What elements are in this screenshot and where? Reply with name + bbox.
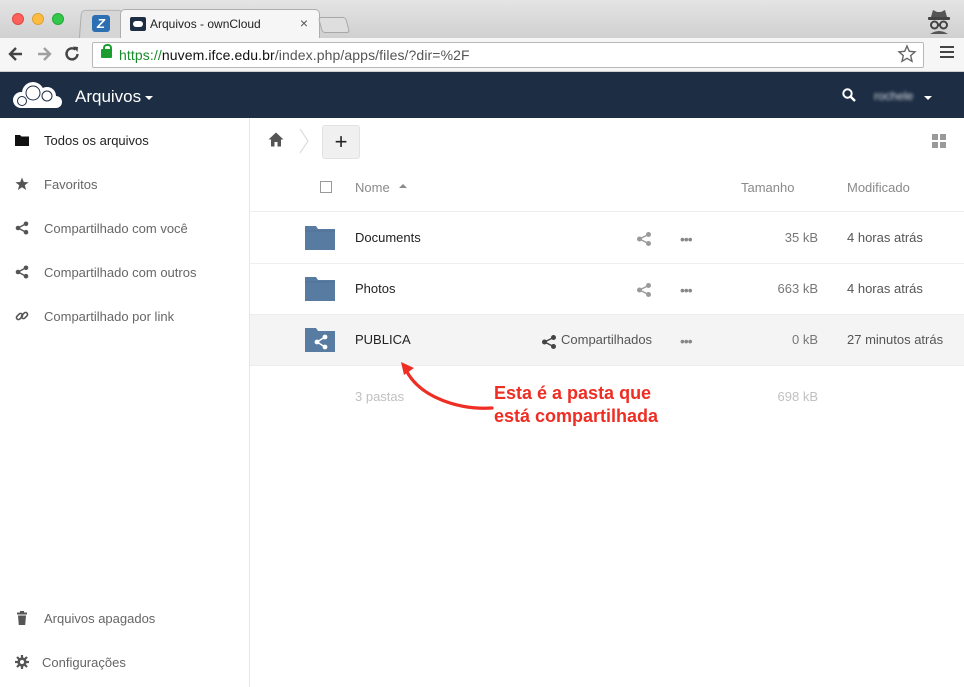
share-icon — [15, 221, 29, 235]
sidebar-item-favorites[interactable]: Favoritos — [0, 162, 249, 206]
files-content: + Nome Tamanho Modificado Documents ••• … — [250, 118, 964, 687]
more-actions-icon[interactable]: ••• — [680, 282, 696, 298]
app-sidebar: Todos os arquivos Favoritos Compartilhad… — [0, 118, 250, 687]
url-scheme: https:// — [119, 47, 162, 63]
file-name[interactable]: PUBLICA — [355, 332, 411, 347]
sort-ascending-icon[interactable] — [399, 184, 407, 188]
folder-icon[interactable] — [305, 276, 335, 302]
lock-icon — [101, 44, 112, 58]
annotation-text: Esta é a pasta que está compartilhada — [494, 382, 658, 428]
breadcrumb-separator-icon — [299, 128, 309, 154]
shared-status-label: Compartilhados — [561, 332, 653, 347]
browser-menu-icon[interactable] — [940, 46, 954, 60]
close-window-button[interactable] — [12, 13, 24, 25]
browser-toolbar: https://nuvem.ifce.edu.br/index.php/apps… — [0, 38, 964, 72]
minimize-window-button[interactable] — [32, 13, 44, 25]
sidebar-item-label: Compartilhado por link — [44, 309, 175, 324]
user-menu-caret-icon[interactable] — [924, 96, 932, 100]
file-modified: 27 minutos atrás — [847, 332, 944, 347]
column-header-name[interactable]: Nome — [355, 180, 390, 195]
sidebar-item-shared-with-others[interactable]: Compartilhado com outros — [0, 250, 249, 294]
gear-icon — [15, 655, 29, 669]
user-menu-name[interactable]: rochele — [874, 89, 913, 103]
file-name[interactable]: Photos — [355, 281, 395, 296]
annotation-line-2: está compartilhada — [494, 406, 659, 426]
file-name[interactable]: Documents — [355, 230, 421, 245]
more-actions-icon[interactable]: ••• — [680, 333, 696, 349]
share-icon[interactable] — [636, 282, 652, 298]
incognito-icon — [928, 10, 950, 34]
star-icon — [15, 177, 29, 190]
browser-titlebar: Z Arquivos - ownCloud × — [0, 0, 964, 39]
search-icon[interactable] — [842, 88, 856, 102]
sidebar-item-label: Compartilhado com outros — [44, 265, 197, 280]
app-menu-title[interactable]: Arquivos — [75, 87, 141, 107]
column-header-size[interactable]: Tamanho — [741, 180, 794, 195]
file-row-photos[interactable]: Photos ••• 663 kB 4 horas atrás — [250, 264, 964, 315]
url-host: nuvem.ifce.edu.br — [161, 47, 275, 63]
summary-count: 3 pastas — [355, 389, 405, 404]
annotation-line-1: Esta é a pasta que — [494, 383, 652, 403]
new-file-button[interactable]: + — [322, 125, 360, 159]
file-size: 0 kB — [791, 332, 818, 347]
zoom-window-button[interactable] — [52, 13, 64, 25]
file-row-publica[interactable]: PUBLICA Compartilhados ••• 0 kB 27 minut… — [250, 315, 964, 366]
app-header: Arquivos rochele — [0, 72, 964, 118]
app-menu-caret-icon[interactable] — [145, 96, 153, 100]
folder-icon[interactable] — [305, 225, 335, 251]
pinned-tab-favicon-icon: Z — [92, 15, 110, 32]
file-size: 35 kB — [784, 230, 818, 245]
link-icon — [15, 311, 29, 321]
more-actions-icon[interactable]: ••• — [680, 231, 696, 247]
select-all-checkbox[interactable] — [320, 181, 332, 193]
sidebar-item-label: Todos os arquivos — [44, 133, 149, 148]
file-size: 663 kB — [777, 281, 818, 296]
owncloud-logo-icon[interactable] — [11, 80, 63, 110]
share-icon[interactable] — [636, 231, 652, 247]
home-icon[interactable] — [268, 132, 284, 147]
tab-close-icon[interactable]: × — [300, 15, 308, 31]
file-row-documents[interactable]: Documents ••• 35 kB 4 horas atrás — [250, 213, 964, 264]
browser-tab-active[interactable]: Arquivos - ownCloud × — [120, 9, 320, 38]
forward-arrow-icon[interactable] — [34, 44, 54, 64]
url-text: https://nuvem.ifce.edu.br/index.php/apps… — [119, 47, 470, 63]
sidebar-item-all-files[interactable]: Todos os arquivos — [0, 118, 249, 162]
sidebar-item-shared-by-link[interactable]: Compartilhado por link — [0, 294, 249, 338]
column-header-modified[interactable]: Modificado — [847, 180, 910, 195]
browser-tab-pinned[interactable]: Z — [78, 9, 126, 39]
bookmark-star-icon[interactable] — [897, 44, 917, 64]
shared-folder-icon[interactable] — [305, 327, 335, 353]
sidebar-item-label: Arquivos apagados — [44, 611, 156, 626]
grid-view-icon[interactable] — [932, 134, 946, 148]
share-icon — [542, 335, 556, 349]
file-modified: 4 horas atrás — [847, 230, 923, 245]
address-bar[interactable]: https://nuvem.ifce.edu.br/index.php/apps… — [92, 42, 924, 68]
trash-icon — [17, 611, 27, 625]
sidebar-item-deleted-files[interactable]: Arquivos apagados — [0, 596, 249, 640]
summary-total-size: 698 kB — [777, 389, 818, 404]
file-table-header: Nome Tamanho Modificado — [250, 166, 964, 212]
back-arrow-icon[interactable] — [6, 44, 26, 64]
sidebar-item-shared-with-you[interactable]: Compartilhado com você — [0, 206, 249, 250]
share-icon — [15, 265, 29, 279]
file-modified: 4 horas atrás — [847, 281, 923, 296]
tab-title: Arquivos - ownCloud — [150, 17, 261, 31]
owncloud-favicon-icon — [130, 17, 146, 31]
new-tab-button[interactable] — [317, 9, 351, 38]
sidebar-item-label: Favoritos — [44, 177, 98, 192]
reload-icon[interactable] — [62, 44, 82, 64]
sidebar-item-label: Configurações — [42, 655, 126, 670]
sidebar-item-settings[interactable]: Configurações — [0, 640, 249, 684]
folder-icon — [15, 135, 29, 146]
url-path: /index.php/apps/files/?dir=%2F — [274, 47, 470, 63]
annotation-arrow-icon — [401, 362, 494, 410]
sidebar-item-label: Compartilhado com você — [44, 221, 188, 236]
